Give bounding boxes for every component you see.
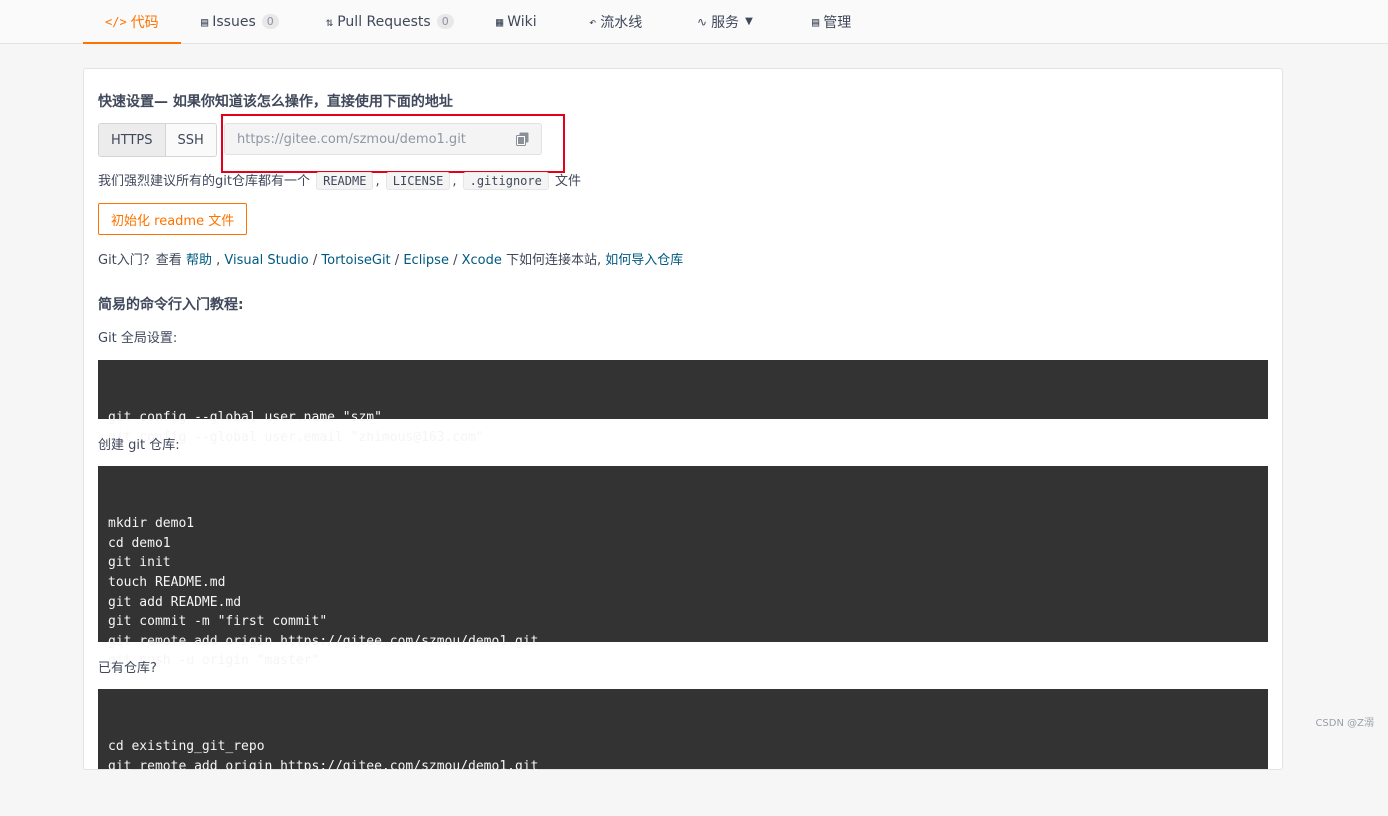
quick-setup-title: 快速设置— 如果你知道该怎么操作，直接使用下面的地址 bbox=[98, 94, 453, 110]
tortoisegit-link[interactable]: TortoiseGit bbox=[321, 253, 390, 268]
tab-label: Pull Requests bbox=[337, 13, 431, 30]
copy-icon[interactable] bbox=[516, 132, 529, 146]
global-settings-code: git config --global user.name "szm" git c… bbox=[98, 360, 1268, 445]
code-line: git config --global user.email "zhimous@… bbox=[108, 429, 484, 445]
separator: / bbox=[394, 253, 400, 268]
code-icon: </> bbox=[105, 14, 127, 29]
existing-repo-label: 已有仓库? bbox=[98, 661, 157, 676]
chevron-down-icon: ▼ bbox=[745, 16, 753, 27]
code-line: git commit -m "first commit" bbox=[108, 614, 328, 630]
issues-count-badge: 0 bbox=[261, 14, 279, 29]
tab-label: 代码 bbox=[130, 14, 159, 31]
watermark: CSDN @Z溺 bbox=[1315, 718, 1374, 729]
xcode-link[interactable]: Xcode bbox=[462, 253, 502, 268]
separator: , bbox=[375, 174, 380, 189]
code-line: cd existing_git_repo bbox=[108, 739, 265, 755]
code-line: git init bbox=[108, 555, 171, 571]
import-repo-link[interactable]: 如何导入仓库 bbox=[605, 253, 683, 268]
gitignore-chip: .gitignore bbox=[462, 172, 549, 190]
init-readme-button[interactable]: 初始化 readme 文件 bbox=[98, 203, 248, 235]
create-repo-label: 创建 git 仓库: bbox=[98, 438, 180, 453]
tab-service[interactable]: ∿ 服务 ▼ bbox=[697, 0, 753, 43]
tab-label: 服务 bbox=[711, 14, 740, 31]
tab-code[interactable]: </> 代码 bbox=[83, 0, 181, 44]
clone-url-box bbox=[224, 123, 542, 155]
code-line: touch README.md bbox=[108, 574, 226, 590]
tab-label: 流水线 bbox=[600, 14, 643, 31]
separator: / bbox=[312, 253, 318, 268]
tab-label: Wiki bbox=[507, 13, 537, 30]
protocol-switch: HTTPS SSH bbox=[98, 123, 217, 157]
manage-icon: ▤ bbox=[812, 14, 820, 29]
tab-label: Issues bbox=[212, 13, 256, 30]
separator: , bbox=[216, 253, 221, 268]
wiki-icon: ▦ bbox=[496, 14, 504, 29]
tab-pipeline[interactable]: ↶ 流水线 bbox=[589, 0, 642, 43]
issues-icon: ▤ bbox=[201, 14, 209, 29]
ssh-button[interactable]: SSH bbox=[164, 124, 216, 156]
quick-setup-panel: 快速设置— 如果你知道该怎么操作，直接使用下面的地址 HTTPS SSH 我们强… bbox=[83, 68, 1283, 774]
license-chip: LICENSE bbox=[385, 172, 451, 190]
code-line: git remote add origin https://gitee.com/… bbox=[108, 633, 539, 649]
help-link[interactable]: 帮助 bbox=[186, 253, 212, 268]
https-button[interactable]: HTTPS bbox=[99, 124, 165, 156]
pull-requests-count-badge: 0 bbox=[436, 14, 454, 29]
help-middle-text: 下如何连接本站, bbox=[506, 253, 602, 268]
code-line: git push -u origin "master" bbox=[108, 653, 320, 669]
global-settings-label: Git 全局设置: bbox=[98, 331, 178, 346]
service-icon: ∿ bbox=[697, 14, 708, 29]
tab-manage[interactable]: ▤ 管理 bbox=[812, 0, 851, 43]
create-repo-code: mkdir demo1 cd demo1 git init touch README.… bbox=[98, 466, 1268, 668]
eclipse-link[interactable]: Eclipse bbox=[403, 253, 449, 268]
tab-issues[interactable]: ▤ Issues 0 bbox=[201, 0, 279, 43]
tab-wiki[interactable]: ▦ Wiki bbox=[496, 0, 537, 43]
separator: , bbox=[452, 174, 457, 189]
code-line: mkdir demo1 bbox=[108, 516, 195, 532]
repo-nav: </> 代码 ▤ Issues 0 ⇅ Pull Requests 0 ▦ Wi… bbox=[0, 0, 1388, 44]
pipeline-icon: ↶ bbox=[589, 14, 597, 29]
recommend-prefix: 我们强烈建议所有的git仓库都有一个 bbox=[98, 174, 310, 189]
existing-repo-code: cd existing_git_repogit remote add origi… bbox=[98, 689, 1268, 774]
code-line: cd demo1 bbox=[108, 535, 171, 551]
code-line: git remote add origin https://gitee.com/… bbox=[108, 758, 539, 774]
separator: / bbox=[453, 253, 458, 268]
tab-pull-requests[interactable]: ⇅ Pull Requests 0 bbox=[326, 0, 454, 43]
pull-request-icon: ⇅ bbox=[326, 14, 334, 29]
visual-studio-link[interactable]: Visual Studio bbox=[224, 253, 308, 268]
code-line: git config --global user.name "szm" bbox=[108, 410, 382, 426]
readme-chip: README bbox=[316, 172, 374, 190]
recommend-text: 我们强烈建议所有的git仓库都有一个 README, LICENSE, .git… bbox=[98, 170, 582, 190]
help-line: Git入门？查看 帮助 , Visual Studio / TortoiseGi… bbox=[98, 249, 683, 268]
recommend-suffix: 文件 bbox=[555, 174, 582, 189]
code-line: git add README.md bbox=[108, 594, 242, 610]
clone-url-input[interactable] bbox=[235, 130, 509, 148]
tab-label: 管理 bbox=[823, 14, 852, 31]
help-prefix: Git入门？查看 bbox=[98, 253, 182, 268]
tutorial-title: 简易的命令行入门教程: bbox=[98, 297, 244, 313]
